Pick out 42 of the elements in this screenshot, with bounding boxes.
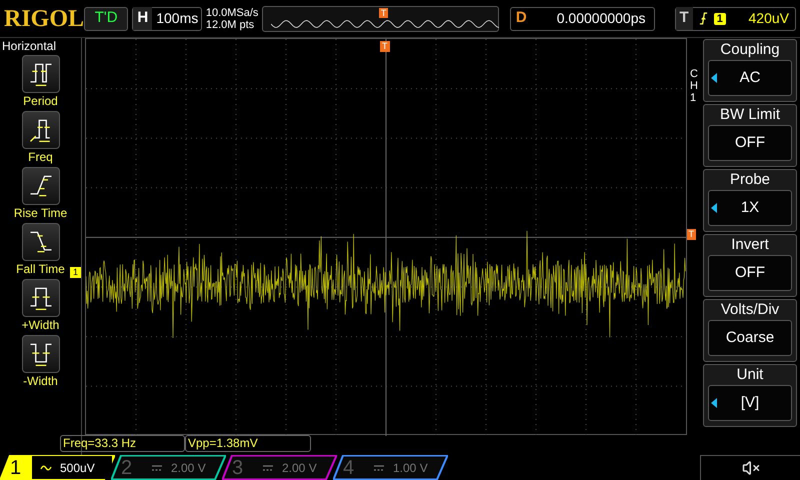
dc-coupling-icon	[151, 464, 163, 472]
dc-coupling-icon	[262, 464, 274, 472]
dc-coupling-icon	[373, 464, 385, 472]
mute-icon[interactable]	[742, 459, 760, 477]
channel-tab[interactable]: 3 2.00 V	[222, 455, 337, 480]
channel-tab[interactable]: 4 1.00 V	[333, 455, 448, 480]
channel-menu-button[interactable]: Volts/Div Coarse	[703, 299, 797, 362]
sample-rate: 10.0MSa/s	[206, 6, 258, 18]
menu-title: Horizontal	[1, 39, 56, 53]
timebase-label: H	[133, 7, 152, 30]
channel-number: 1	[10, 458, 22, 478]
measurement-readout: Freq=33.3 Hz	[60, 435, 185, 452]
rising-edge-icon	[698, 12, 708, 25]
trigger-level-marker: T	[686, 229, 696, 240]
channel-scale: 2.00 V	[282, 460, 317, 476]
memory-depth: 12.0M pts	[206, 18, 256, 30]
channel-number: 4	[343, 458, 356, 478]
channel-number: 3	[232, 458, 244, 478]
measurement-readout: Vpp=1.38mV	[185, 435, 311, 452]
trigger-status: T'D	[84, 6, 128, 30]
trigger-label: T	[676, 7, 693, 30]
channel-tab[interactable]: 2 2.00 V	[111, 455, 226, 480]
channel-number: 2	[121, 458, 134, 478]
channel-menu-button[interactable]: Unit [V]	[703, 364, 797, 427]
channel-menu-button[interactable]: Invert OFF	[703, 234, 797, 297]
delay-value: 0.00000000ps	[556, 9, 647, 28]
channel-menu-button[interactable]: Coupling AC	[703, 39, 797, 102]
trigger-level: 420uV	[748, 9, 790, 28]
trigger-position-marker: T	[380, 41, 390, 52]
trigger-source: 1	[714, 12, 726, 24]
channel-scale: 500uV	[60, 460, 95, 476]
ac-coupling-icon	[40, 464, 52, 472]
delay-label: D	[514, 8, 528, 28]
timebase-value: 100ms	[155, 9, 198, 28]
channel-scale: 1.00 V	[393, 460, 428, 476]
trigger-position-marker: T	[378, 8, 388, 18]
channel-scale: 2.00 V	[171, 460, 206, 476]
channel-menu-button[interactable]: Probe 1X	[703, 169, 797, 232]
channel-label: CH1	[690, 68, 699, 104]
channel-marker: 1	[70, 267, 82, 278]
measure-button[interactable]: Rise Time	[14, 167, 68, 221]
channel-menu-button[interactable]: BW Limit OFF	[703, 104, 797, 167]
